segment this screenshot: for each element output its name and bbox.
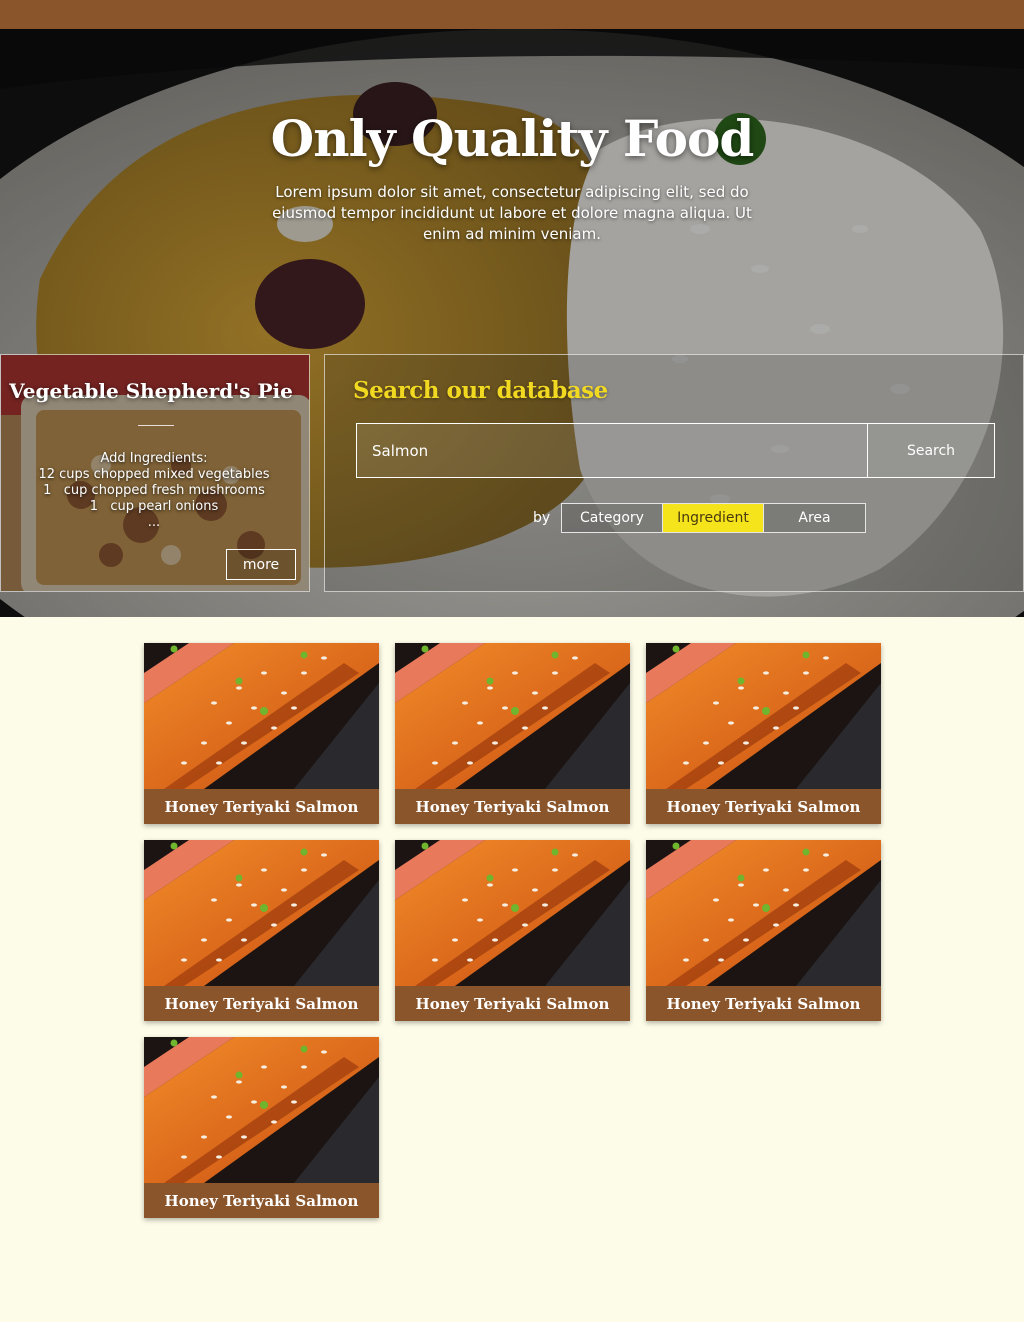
- recipe-image: [144, 1037, 379, 1183]
- recipe-title: Honey Teriyaki Salmon: [646, 789, 881, 824]
- featured-line: ...: [147, 515, 161, 530]
- featured-line: 1 cup pearl onions: [89, 499, 219, 514]
- search-input[interactable]: [356, 423, 868, 478]
- recipe-title: Honey Teriyaki Salmon: [646, 986, 881, 1021]
- featured-line: 1 cup chopped fresh mushrooms: [43, 483, 265, 498]
- recipe-image: [144, 643, 379, 789]
- featured-line: Add Ingredients:: [100, 451, 208, 466]
- search-heading: Search our database: [353, 377, 608, 404]
- featured-line: 12 cups chopped mixed vegetables: [38, 467, 270, 482]
- search-button[interactable]: Search: [867, 423, 995, 478]
- recipe-card[interactable]: Honey Teriyaki Salmon: [646, 643, 881, 824]
- more-button[interactable]: more: [226, 549, 296, 580]
- recipe-image: [395, 643, 630, 789]
- recipe-image: [646, 643, 881, 789]
- recipe-title: Honey Teriyaki Salmon: [144, 1183, 379, 1218]
- featured-recipe-card[interactable]: Vegetable Shepherd's Pie Add Ingredients…: [0, 354, 310, 592]
- featured-recipe-title: Vegetable Shepherd's Pie: [9, 379, 293, 403]
- filter-area-button[interactable]: Area: [764, 504, 865, 532]
- recipe-card[interactable]: Honey Teriyaki Salmon: [395, 840, 630, 1021]
- recipe-image: [646, 840, 881, 986]
- recipe-card[interactable]: Honey Teriyaki Salmon: [646, 840, 881, 1021]
- search-panel: Search our database Search by Category I…: [324, 354, 1024, 592]
- recipe-card[interactable]: Honey Teriyaki Salmon: [144, 1037, 379, 1218]
- recipe-title: Honey Teriyaki Salmon: [395, 789, 630, 824]
- recipe-image: [144, 840, 379, 986]
- recipe-title: Honey Teriyaki Salmon: [144, 789, 379, 824]
- recipe-image: [395, 840, 630, 986]
- recipe-title: Honey Teriyaki Salmon: [395, 986, 630, 1021]
- hero-section: Only Quality Food Lorem ipsum dolor sit …: [0, 29, 1024, 617]
- top-bar: [0, 0, 1024, 29]
- recipe-title: Honey Teriyaki Salmon: [144, 986, 379, 1021]
- hero-title: Only Quality Food: [270, 109, 755, 168]
- filter-ingredient-button[interactable]: Ingredient: [663, 504, 764, 532]
- recipe-card[interactable]: Honey Teriyaki Salmon: [144, 643, 379, 824]
- filter-toggle-group: Category Ingredient Area: [561, 503, 866, 533]
- featured-ingredients: Add Ingredients: 12 cups chopped mixed v…: [1, 451, 307, 531]
- filter-by-label: by: [533, 510, 551, 526]
- recipe-card[interactable]: Honey Teriyaki Salmon: [144, 840, 379, 1021]
- featured-divider: [138, 425, 174, 426]
- hero-subtitle: Lorem ipsum dolor sit amet, consectetur …: [272, 183, 752, 243]
- recipe-card[interactable]: Honey Teriyaki Salmon: [395, 643, 630, 824]
- filter-category-button[interactable]: Category: [562, 504, 663, 532]
